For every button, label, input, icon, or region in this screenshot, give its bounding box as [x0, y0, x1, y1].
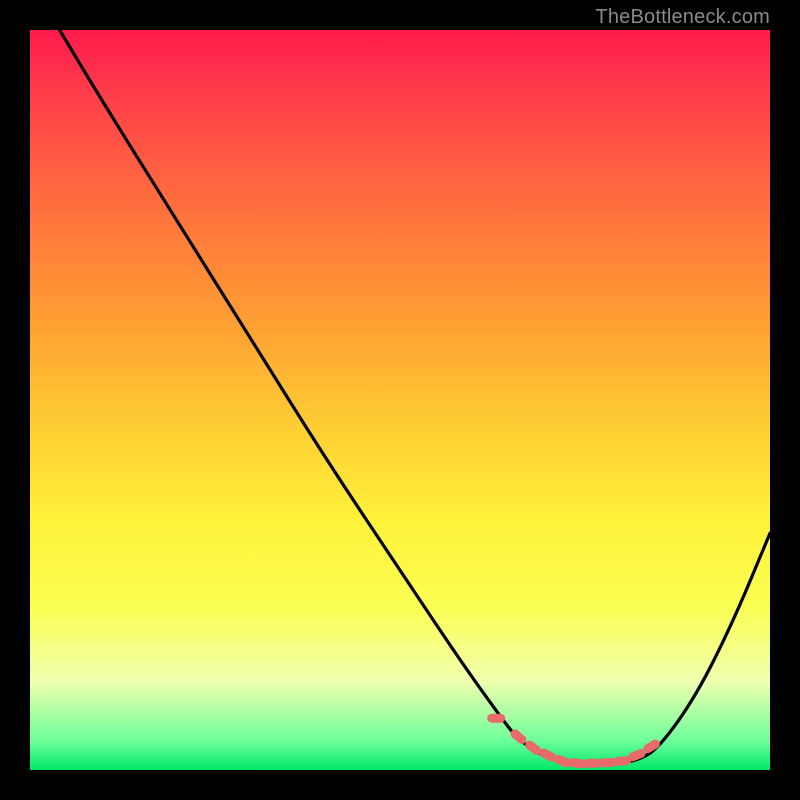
chart-frame: TheBottleneck.com — [0, 0, 800, 800]
curve-svg — [30, 30, 770, 770]
watermark-text: TheBottleneck.com — [595, 6, 770, 29]
curve-line — [60, 30, 770, 764]
plot-area — [30, 30, 770, 770]
highlight-dot — [487, 714, 505, 723]
